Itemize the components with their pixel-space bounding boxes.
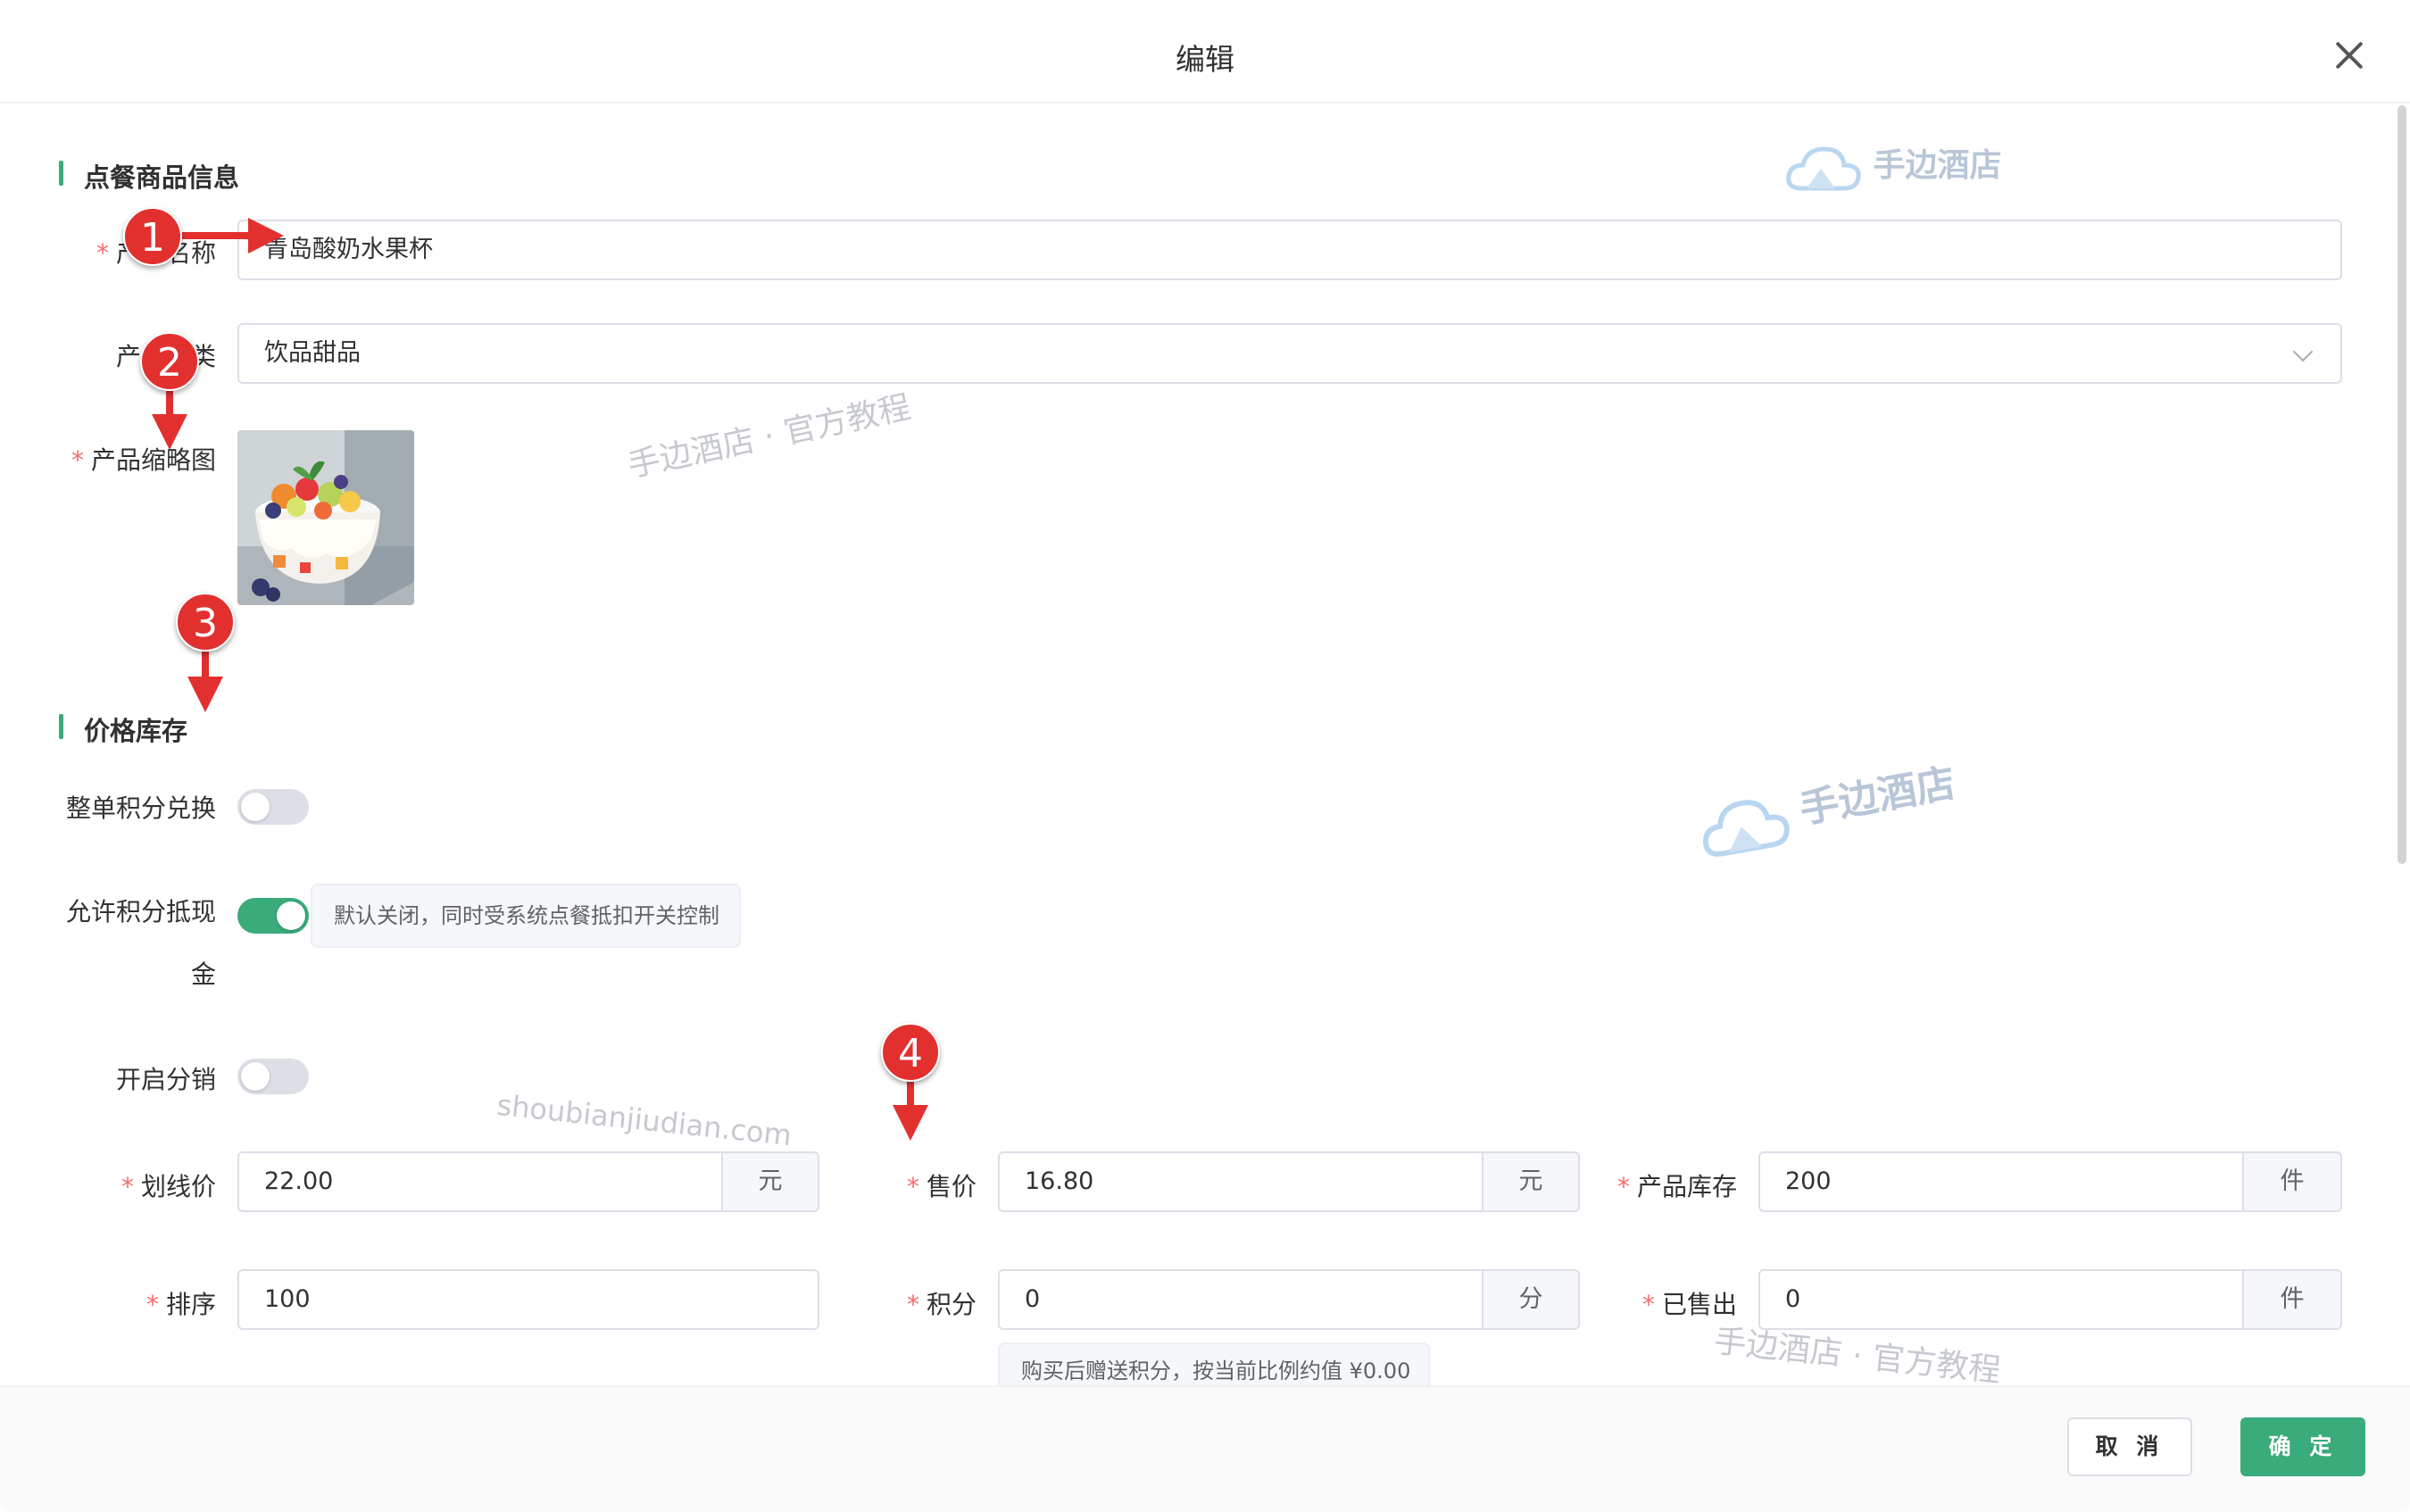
- section-title-product: 点餐商品信息: [59, 157, 239, 195]
- sale-price-unit: 元: [1482, 1151, 1580, 1212]
- sort-label: * 排序: [145, 1290, 216, 1319]
- watermark-tutorial-1: 手边酒店 · 官方教程: [624, 388, 914, 485]
- product-thumbnail-image[interactable]: [237, 430, 414, 605]
- cloud-logo-icon: [1785, 142, 1862, 192]
- step-marker-3: 3: [176, 593, 235, 652]
- sale-price-label: * 售价: [906, 1172, 976, 1201]
- step-marker-1: 1: [123, 207, 182, 266]
- step-marker-2: 2: [140, 332, 199, 391]
- thumbnail-label: * 产品缩略图: [71, 445, 216, 475]
- points-label: * 积分: [906, 1290, 976, 1319]
- fruit-cup-image: [237, 430, 414, 605]
- watermark-logo-2: 手边酒店: [1692, 751, 1961, 861]
- category-select[interactable]: 饮品甜品: [237, 323, 2342, 384]
- section-title-price: 价格库存: [59, 710, 187, 748]
- allow-points-cash-label: 允许积分抵现: [65, 897, 216, 926]
- stock-unit: 件: [2242, 1151, 2342, 1212]
- stock-input[interactable]: 200: [1758, 1151, 2244, 1212]
- points-input[interactable]: 0: [998, 1269, 1483, 1330]
- step-marker-4: 4: [881, 1023, 940, 1082]
- distribution-toggle[interactable]: [237, 1059, 309, 1094]
- sold-input[interactable]: 0: [1758, 1269, 2244, 1330]
- whole-points-toggle[interactable]: [237, 789, 309, 825]
- original-price-input[interactable]: 22.00: [237, 1151, 723, 1212]
- cloud-logo-icon: [1693, 787, 1795, 861]
- stock-label: * 产品库存: [1616, 1172, 1737, 1201]
- dialog-title: 编辑: [1176, 42, 1234, 77]
- allow-points-cash-toggle[interactable]: [237, 898, 309, 934]
- watermark-logo-1: 手边酒店: [1785, 139, 2002, 192]
- allow-points-cash-hint: 默认关闭，同时受系统点餐抵扣开关控制: [311, 884, 741, 948]
- close-icon[interactable]: [2331, 37, 2367, 73]
- dialog-header: 编辑: [0, 0, 2410, 104]
- scrollbar[interactable]: [2398, 105, 2406, 864]
- dialog-footer: [0, 1385, 2410, 1512]
- distribution-label: 开启分销: [115, 1065, 216, 1094]
- sold-unit: 件: [2242, 1269, 2342, 1330]
- sale-price-input[interactable]: 16.80: [998, 1151, 1483, 1212]
- sort-input[interactable]: 100: [237, 1269, 819, 1330]
- original-price-unit: 元: [721, 1151, 819, 1212]
- watermark-domain: shoubianjiudian.com: [494, 1087, 794, 1153]
- confirm-button[interactable]: 确 定: [2240, 1417, 2365, 1476]
- product-name-input[interactable]: 青岛酸奶水果杯: [237, 220, 2342, 280]
- edit-dialog: 编辑 点餐商品信息 *产品名称 青岛酸奶水果杯 产品分类 饮品甜品 *产品缩略图: [0, 0, 2410, 1512]
- original-price-label: * 划线价: [120, 1172, 216, 1201]
- cancel-button[interactable]: 取 消: [2067, 1417, 2192, 1476]
- allow-points-cash-label-2: 金: [190, 960, 216, 989]
- points-unit: 分: [1482, 1269, 1580, 1330]
- whole-points-label: 整单积分兑换: [65, 793, 216, 823]
